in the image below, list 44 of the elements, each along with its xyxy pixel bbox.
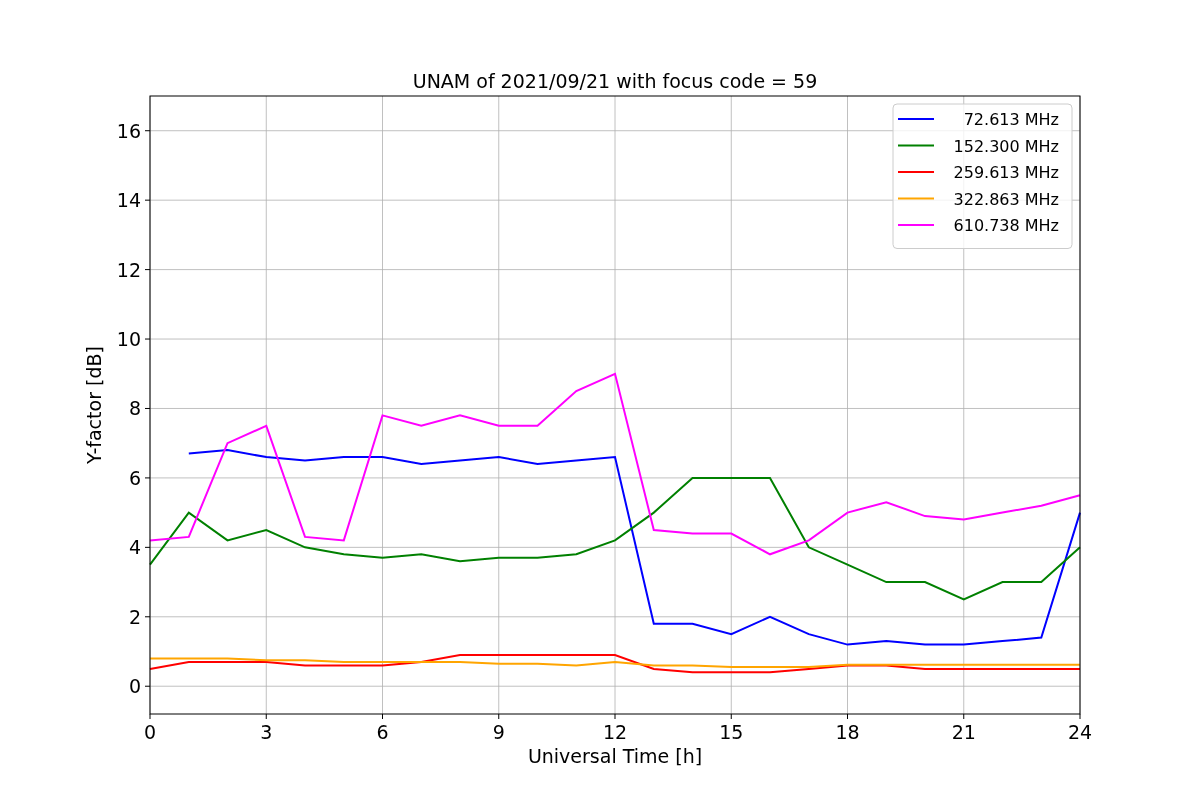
tick-mark [144,477,151,479]
legend-label: 152.300 MHz [953,136,1059,156]
y-tick-label: 10 [116,328,141,351]
tick-mark [144,199,151,201]
tick-mark [1079,713,1081,720]
tick-mark [614,713,616,720]
y-tick-label: 8 [128,397,141,420]
tick-mark [149,713,151,720]
x-tick-label: 6 [376,721,389,743]
tick-mark [144,546,151,548]
tick-mark [144,407,151,409]
tick-mark [847,713,848,720]
tick-mark [963,713,965,720]
legend-label: 72.613 MHz [963,110,1059,129]
tick-mark [382,713,383,720]
y-tick-label: 16 [116,119,141,142]
x-axis-label: Universal Time [h] [527,745,703,767]
tick-mark [144,269,151,271]
tick-mark [265,713,267,720]
tick-mark [144,130,151,132]
x-tick-label: 12 [602,721,628,743]
y-tick-label: 2 [128,605,141,628]
y-tick-label: 4 [128,536,141,559]
tick-mark [144,616,151,618]
legend-label: 259.613 MHz [953,163,1059,182]
x-tick-label: 24 [1067,721,1093,743]
tick-mark [498,713,500,720]
x-tick-label: 18 [835,721,860,743]
chart-title: UNAM of 2021/09/21 with focus code = 59 [412,70,818,92]
tick-mark [144,338,151,340]
y-axis-label: Y-factor [dB] [83,346,105,464]
x-tick-label: 21 [951,721,976,743]
y-tick-label: 0 [128,675,141,698]
x-tick-label: 15 [719,721,744,743]
y-tick-label: 14 [116,189,141,212]
x-tick-label: 0 [143,721,157,743]
x-tick-label: 3 [260,721,273,743]
legend-label: 610.738 MHz [953,216,1059,235]
y-tick-label: 6 [128,466,141,489]
legend-label: 322.863 MHz [953,189,1059,209]
y-tick-label: 12 [116,258,141,281]
tick-mark [730,713,732,720]
x-tick-label: 9 [492,721,505,743]
tick-mark [144,685,151,687]
